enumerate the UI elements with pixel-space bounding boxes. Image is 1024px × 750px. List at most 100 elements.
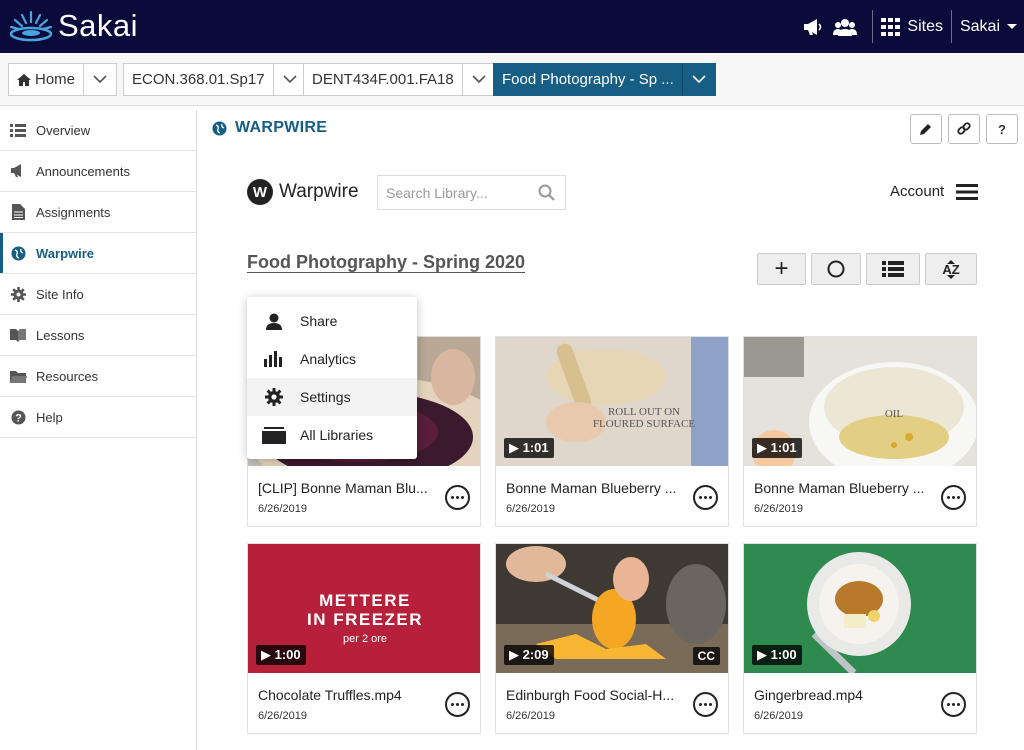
warpwire-brand: Warpwire [279,181,359,202]
brand-name: Sakai [58,8,139,43]
video-thumbnail[interactable]: ▶ 1:00 [744,544,976,673]
sites-button[interactable]: Sites [881,17,943,36]
media-card[interactable]: OIL ▶ 1:01 Bonne Maman Blueberry ... 6/2… [743,336,977,527]
search-library [377,175,566,210]
site-tab-label[interactable]: ECON.368.01.Sp17 [124,64,274,95]
chevron-down-icon[interactable] [274,64,306,95]
sidebar-item-announcements[interactable]: Announcements [0,151,196,192]
duration-badge: ▶ 2:09 [504,645,554,665]
search-icon[interactable] [538,184,555,206]
menu-item-analytics[interactable]: Analytics [247,340,417,378]
bar-chart-icon [247,351,300,367]
media-title[interactable]: Gingerbread.mp4 [754,687,932,703]
chevron-down-icon[interactable] [683,64,715,95]
sidebar-item-warpwire[interactable]: Warpwire [0,233,196,274]
site-tab-label[interactable]: DENT434F.001.FA18 [304,64,463,95]
add-media-button[interactable]: + [757,253,806,285]
sidebar-item-label: Resources [36,368,99,384]
more-options-icon[interactable] [445,692,470,717]
site-tab-food-photography[interactable]: Food Photography - Sp ... [493,63,716,96]
menu-item-settings[interactable]: Settings [247,378,417,416]
tool-sidebar: Overview Announcements Assignments Warpw… [0,110,197,750]
sort-button[interactable]: AZ [925,253,977,285]
megaphone-icon[interactable] [800,14,826,40]
site-tab-label[interactable]: Food Photography - Sp ... [494,64,683,95]
site-tab-econ[interactable]: ECON.368.01.Sp17 [123,63,307,96]
account-label: Account [890,183,945,200]
sidebar-item-overview[interactable]: Overview [0,110,196,151]
media-date: 6/26/2019 [754,710,803,722]
link-tool-button[interactable] [948,114,980,144]
media-card[interactable]: ROLL OUT ON FLOURED SURFACE ▶ 1:01 Bonne… [495,336,729,527]
sidebar-item-label: Warpwire [36,245,95,261]
chevron-down-icon[interactable] [463,64,495,95]
media-title[interactable]: [CLIP] Bonne Maman Blu... [258,480,436,496]
more-options-icon[interactable] [941,485,966,510]
thumbnail-caption: ROLL OUT ON [608,406,680,418]
globe-icon [0,246,36,261]
duration-value: 1:00 [274,647,301,662]
media-card[interactable]: ▶ 2:09 CC Edinburgh Food Social-H... 6/2… [495,543,729,734]
list-view-button[interactable] [866,253,920,285]
top-navigation-bar: Sakai Sites Sakai [0,0,1024,53]
divider [872,10,874,43]
edit-tool-button[interactable] [910,114,942,144]
site-navigation: Home ECON.368.01.Sp17 DENT434F.001.FA18 … [0,53,1024,106]
menu-item-all-libraries[interactable]: All Libraries [247,416,417,454]
sidebar-item-help[interactable]: ? Help [0,397,196,438]
more-options-icon[interactable] [693,485,718,510]
library-dropdown-menu: Share Analytics Settings All Libraries [247,297,417,459]
duration-badge: ▶ 1:00 [752,645,802,665]
sakai-logo[interactable]: Sakai [8,8,138,44]
site-tab-dent[interactable]: DENT434F.001.FA18 [303,63,496,96]
sidebar-item-assignments[interactable]: Assignments [0,192,196,233]
more-options-icon[interactable] [445,485,470,510]
grid-icon [881,17,901,36]
menu-item-share[interactable]: Share [247,302,417,340]
tool-title: WARPWIRE [212,119,327,137]
thumbnail-caption: IN FREEZER [307,610,423,629]
pencil-icon [920,124,931,135]
sidebar-item-resources[interactable]: Resources [0,356,196,397]
site-tab-home[interactable]: Home [8,63,118,96]
sidebar-item-site-info[interactable]: Site Info [0,274,196,315]
site-tab-home-link[interactable]: Home [9,64,85,95]
more-options-icon[interactable] [693,692,718,717]
media-card[interactable]: METTERE IN FREEZER per 2 ore ▶ 1:00 Choc… [247,543,481,734]
divider [950,10,952,43]
user-menu[interactable]: Sakai [960,18,1024,36]
chevron-down-icon[interactable] [84,64,116,95]
video-thumbnail[interactable]: ▶ 2:09 CC [496,544,728,673]
library-title[interactable]: Food Photography - Spring 2020 [247,252,525,273]
media-date: 6/26/2019 [754,503,803,515]
globe-icon [212,121,227,135]
video-thumbnail[interactable]: ROLL OUT ON FLOURED SURFACE ▶ 1:01 [496,337,728,466]
duration-value: 2:09 [522,647,549,662]
account-menu[interactable]: Account [890,183,979,200]
media-title[interactable]: Bonne Maman Blueberry ... [754,480,932,496]
folder-icon [0,370,36,383]
question-icon: ? [0,410,36,425]
search-input[interactable] [378,176,528,209]
warpwire-logo[interactable]: W Warpwire [247,179,359,205]
record-button[interactable] [811,253,861,285]
book-icon [0,328,36,342]
video-thumbnail[interactable]: OIL ▶ 1:01 [744,337,976,466]
media-title[interactable]: Chocolate Truffles.mp4 [258,687,436,703]
duration-badge: ▶ 1:01 [504,438,554,458]
warpwire-logo-mark: W [247,179,273,205]
media-title[interactable]: Bonne Maman Blueberry ... [506,480,684,496]
megaphone-icon [0,164,36,178]
list-icon [0,123,36,137]
list-view-icon [882,261,904,277]
media-title[interactable]: Edinburgh Food Social-H... [506,687,684,703]
video-thumbnail[interactable]: METTERE IN FREEZER per 2 ore ▶ 1:00 [248,544,480,673]
media-card[interactable]: ▶ 1:00 Gingerbread.mp4 6/26/2019 [743,543,977,734]
users-icon[interactable] [832,14,858,40]
more-options-icon[interactable] [941,692,966,717]
svg-text:?: ? [15,412,22,424]
sort-label: AZ [942,261,960,277]
sidebar-item-label: Assignments [36,204,111,220]
help-tool-button[interactable]: ? [986,114,1018,144]
sidebar-item-lessons[interactable]: Lessons [0,315,196,356]
